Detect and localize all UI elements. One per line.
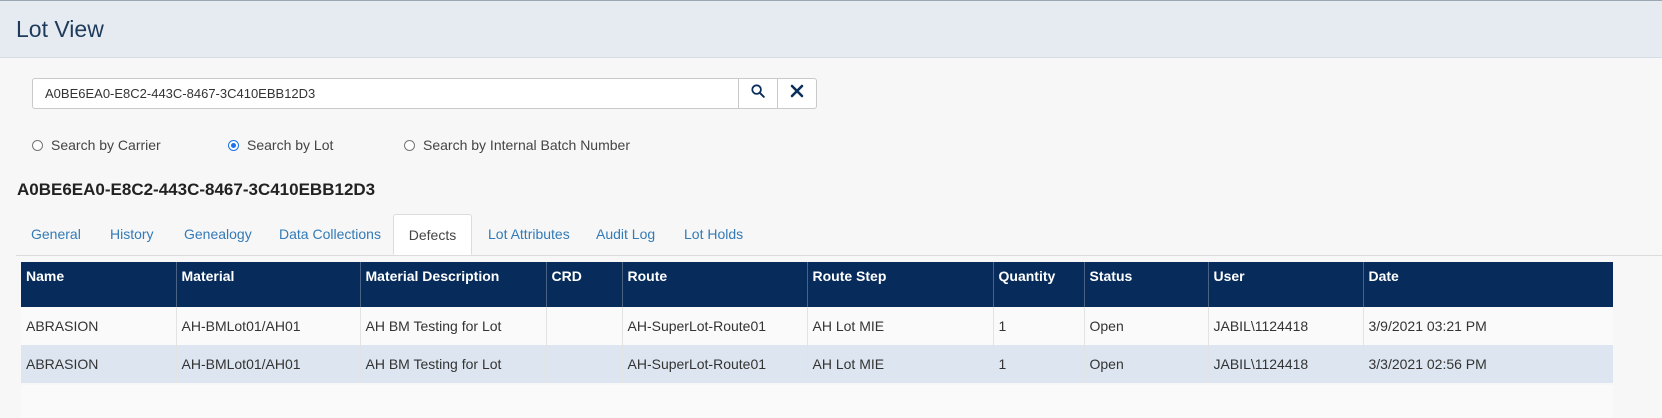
cell-crd [546,307,623,345]
column-header-material[interactable]: Material [176,262,361,307]
cell-name: ABRASION [21,307,177,345]
cell-status: Open [1084,307,1209,345]
search-icon [751,84,765,103]
page-header: Lot View [0,0,1662,58]
tab-lot-attributes[interactable]: Lot Attributes [488,214,570,255]
clear-search-button[interactable] [778,78,817,109]
defects-table: Name Material Material Description CRD R… [21,262,1613,383]
cell-quantity: 1 [993,307,1085,345]
table-row[interactable]: ABRASION AH-BMLot01/AH01 AH BM Testing f… [21,307,1613,345]
column-header-route[interactable]: Route [622,262,808,307]
cell-material-description: AH BM Testing for Lot [360,345,547,383]
radio-search-by-batch[interactable]: Search by Internal Batch Number [404,137,630,153]
table-footer-area [21,385,1613,418]
tab-genealogy[interactable]: Genealogy [184,214,252,255]
table-header-row: Name Material Material Description CRD R… [21,262,1613,307]
tab-bar: General History Genealogy Data Collectio… [16,214,1662,256]
tab-general[interactable]: General [31,214,81,255]
radio-label: Search by Lot [247,137,334,153]
radio-button[interactable] [404,139,415,151]
cell-route: AH-SuperLot-Route01 [622,345,808,383]
radio-button[interactable] [32,139,43,151]
column-header-crd[interactable]: CRD [546,262,623,307]
tab-history[interactable]: History [110,214,154,255]
search-input[interactable] [32,78,739,109]
radio-label: Search by Carrier [51,137,161,153]
column-header-name[interactable]: Name [21,262,177,307]
column-header-quantity[interactable]: Quantity [993,262,1085,307]
search-button[interactable] [739,78,778,109]
cell-material-description: AH BM Testing for Lot [360,307,547,345]
radio-button[interactable] [228,139,239,151]
radio-search-by-carrier[interactable]: Search by Carrier [32,137,161,153]
cell-date: 3/9/2021 03:21 PM [1363,307,1613,345]
cell-status: Open [1084,345,1209,383]
cell-route-step: AH Lot MIE [807,307,994,345]
page-title: Lot View [16,16,104,42]
cell-crd [546,345,623,383]
cell-route: AH-SuperLot-Route01 [622,307,808,345]
cell-user: JABIL\1124418 [1208,307,1364,345]
column-header-material-description[interactable]: Material Description [360,262,547,307]
close-icon [790,84,804,103]
table-row[interactable]: ABRASION AH-BMLot01/AH01 AH BM Testing f… [21,345,1613,383]
radio-search-by-lot[interactable]: Search by Lot [228,137,333,153]
search-bar [32,78,818,109]
cell-name: ABRASION [21,345,177,383]
column-header-user[interactable]: User [1208,262,1364,307]
column-header-status[interactable]: Status [1084,262,1209,307]
cell-material: AH-BMLot01/AH01 [176,345,361,383]
tab-audit-log[interactable]: Audit Log [596,214,655,255]
tab-lot-holds[interactable]: Lot Holds [684,214,743,255]
column-header-date[interactable]: Date [1363,262,1613,307]
cell-date: 3/3/2021 02:56 PM [1363,345,1613,383]
cell-material: AH-BMLot01/AH01 [176,307,361,345]
defects-grid: Name Material Material Description CRD R… [21,262,1662,383]
tab-defects[interactable]: Defects [393,214,472,255]
cell-route-step: AH Lot MIE [807,345,994,383]
radio-label: Search by Internal Batch Number [423,137,630,153]
lot-id-heading: A0BE6EA0-E8C2-443C-8467-3C410EBB12D3 [17,180,376,199]
cell-user: JABIL\1124418 [1208,345,1364,383]
tab-data-collections[interactable]: Data Collections [279,214,381,255]
column-header-route-step[interactable]: Route Step [807,262,994,307]
cell-quantity: 1 [993,345,1085,383]
